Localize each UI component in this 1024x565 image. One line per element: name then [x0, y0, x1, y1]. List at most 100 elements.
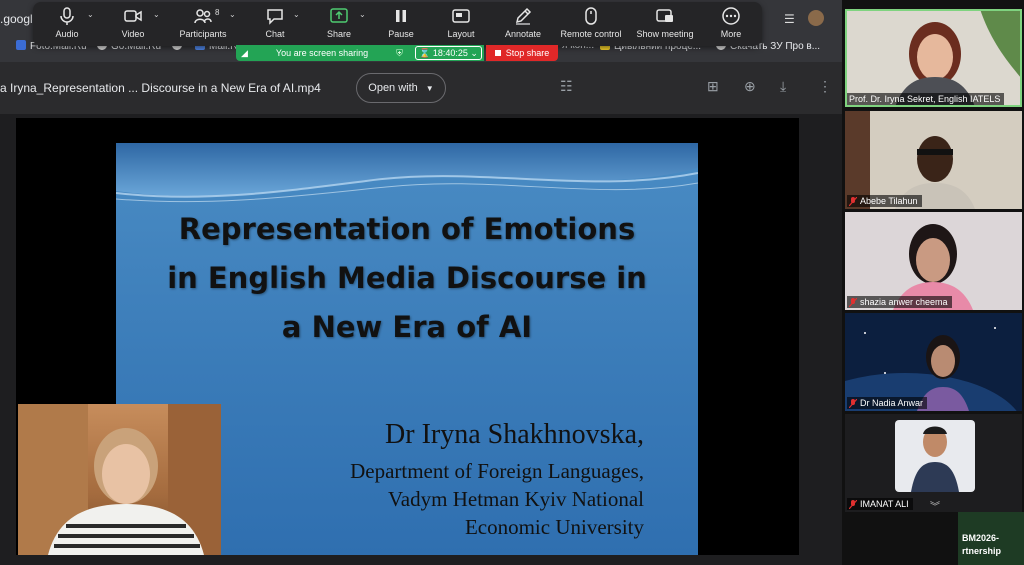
affiliation-line: Department of Foreign Languages, — [350, 459, 644, 483]
avatar[interactable] — [808, 10, 824, 26]
toolbar-label: Audio — [55, 29, 79, 39]
sharing-banner: ◢ You are screen sharing ⛨ — [236, 45, 413, 61]
more-dots-icon — [722, 7, 740, 25]
timer-value: 18:40:25 — [432, 48, 468, 58]
add-comment-icon[interactable]: ⊕ — [744, 78, 756, 95]
toolbar-label: Share — [326, 29, 352, 39]
slide-affiliation: Department of Foreign Languages, Vadym H… — [350, 457, 644, 541]
video-caret-icon[interactable]: ⌄ — [153, 10, 160, 19]
participant-name-badge: IMANAT ALI — [847, 498, 913, 510]
participant-name-badge: shazia anwer cheema — [847, 296, 952, 308]
slide-author: Dr Iryna Shakhnovska, — [385, 419, 644, 450]
chat-button[interactable]: Chat — [257, 2, 293, 46]
slide-wave-decoration — [116, 143, 698, 203]
toolbar-label: Annotate — [504, 29, 542, 39]
participants-count: 8 — [215, 8, 220, 17]
more-button[interactable]: More — [713, 2, 749, 46]
participant-name: Prof. Dr. Iryna Sekret, English IATELS — [849, 94, 1001, 104]
participant-tile[interactable]: Dr Nadia Anwar — [845, 313, 1022, 411]
download-icon[interactable]: ⤓ — [780, 78, 786, 95]
share-screen-icon — [330, 8, 348, 23]
slide-title-line: a New Era of AI — [281, 310, 533, 344]
toolbar-label: More — [720, 29, 742, 39]
participant-gallery: Prof. Dr. Iryna Sekret, English IATELS A… — [842, 0, 1024, 565]
participant-tile[interactable]: Abebe Tilahun — [845, 111, 1022, 209]
mouse-icon — [585, 7, 597, 25]
affiliation-line: Vadym Hetman Kyiv National — [387, 487, 644, 511]
affiliation-line: Economic University — [464, 515, 644, 539]
hourglass-icon: ⌛ — [419, 48, 431, 58]
screen-share-status: ◢ You are screen sharing ⛨ ⌛ 18:40:25 ⌄ … — [236, 45, 558, 61]
slide-title: Representation of Emotions in English Me… — [116, 205, 698, 352]
mic-muted-icon — [849, 196, 857, 206]
participant-name-badge: Prof. Dr. Iryna Sekret, English IATELS — [847, 93, 1005, 105]
zoom-toolbar: Audio ⌄ Video ⌄ Participants 8 ⌄ Chat ⌄ … — [33, 2, 762, 46]
background-text-line: BM2026- — [962, 533, 1000, 543]
participant-name-badge: Dr Nadia Anwar — [847, 397, 928, 409]
layout-button[interactable]: Layout — [443, 2, 479, 46]
caret-down-icon: ▼ — [425, 83, 434, 93]
toolbar-label: Participants — [179, 29, 227, 39]
participant-tile[interactable]: shazia anwer cheema — [845, 212, 1022, 310]
show-meeting-icon — [656, 9, 673, 22]
share-caret-icon[interactable]: ⌄ — [359, 10, 366, 19]
presenter-video — [18, 404, 221, 555]
participant-name: Abebe Tilahun — [860, 196, 918, 206]
stop-share-button[interactable]: Stop share — [486, 45, 558, 61]
toolbar-label: Chat — [265, 29, 285, 39]
background-text-line: rtnership — [962, 546, 1002, 556]
share-timer: ⌛ 18:40:25 ⌄ — [413, 45, 484, 61]
stop-icon — [494, 50, 501, 56]
screen: .googl Foto.Mail.Ru Go.Mail.Ru Mail.R я … — [0, 0, 1024, 565]
mailru-icon — [16, 40, 26, 50]
slide-title-line: Representation of Emotions — [178, 212, 636, 246]
mic-muted-icon — [849, 398, 857, 408]
toolbar-label: Layout — [447, 29, 475, 39]
audio-caret-icon[interactable]: ⌄ — [87, 10, 94, 19]
open-with-button[interactable]: Open with ▼ — [356, 73, 446, 103]
file-name: a Iryna_Representation ... Discourse in … — [0, 81, 321, 95]
participant-name-badge: Abebe Tilahun — [847, 195, 922, 207]
timer-box[interactable]: ⌛ 18:40:25 ⌄ — [415, 46, 482, 60]
toolbar-label: Pause — [388, 29, 414, 39]
participant-name: Dr Nadia Anwar — [860, 398, 924, 408]
share-button[interactable]: Share — [321, 2, 357, 46]
address-bar-fragment[interactable]: .googl — [0, 12, 33, 26]
participant-tile[interactable]: Prof. Dr. Iryna Sekret, English IATELS — [845, 9, 1022, 107]
drag-handle-icon[interactable]: ◢ — [241, 48, 248, 59]
sliders-icon[interactable]: ☷ — [560, 78, 573, 95]
participants-caret-icon[interactable]: ⌄ — [229, 10, 236, 19]
presenter-figure — [18, 404, 221, 555]
sharing-message: You are screen sharing — [275, 48, 369, 58]
annotate-button[interactable]: Annotate — [499, 2, 547, 46]
participants-button[interactable]: Participants — [175, 2, 231, 46]
toolbar-label: Show meeting — [636, 29, 694, 39]
stop-share-label: Stop share — [505, 48, 550, 58]
mic-muted-icon — [849, 499, 857, 509]
participants-icon — [194, 9, 212, 24]
shield-icon: ⛨ — [396, 47, 403, 58]
list-icon[interactable]: ☰ — [784, 12, 795, 26]
show-meeting-button[interactable]: Show meeting — [633, 2, 697, 46]
toolbar-label: Video — [121, 29, 145, 39]
layout-icon — [452, 9, 470, 23]
pause-icon — [396, 10, 406, 22]
pause-button[interactable]: Pause — [383, 2, 419, 46]
participant-name: shazia anwer cheema — [860, 297, 948, 307]
pencil-icon — [515, 7, 532, 25]
scroll-down-icon[interactable]: ︾ — [930, 498, 940, 513]
video-button[interactable]: Video — [115, 2, 151, 46]
audio-button[interactable]: Audio — [49, 2, 85, 46]
chat-icon — [267, 9, 283, 25]
participant-name: IMANAT ALI — [860, 499, 909, 509]
toolbar-label: Remote control — [560, 29, 622, 39]
remote-control-button[interactable]: Remote control — [557, 2, 625, 46]
microphone-icon — [60, 7, 74, 25]
chat-caret-icon[interactable]: ⌄ — [293, 10, 300, 19]
video-camera-icon — [124, 10, 142, 22]
slide-title-line: in English Media Discourse in — [167, 261, 647, 295]
background-window-text: BM2026- rtnership — [962, 532, 1001, 558]
mic-muted-icon — [849, 297, 857, 307]
more-vert-icon[interactable]: ⋮ — [818, 78, 832, 95]
add-to-drive-icon[interactable]: ⊞ — [707, 78, 719, 95]
